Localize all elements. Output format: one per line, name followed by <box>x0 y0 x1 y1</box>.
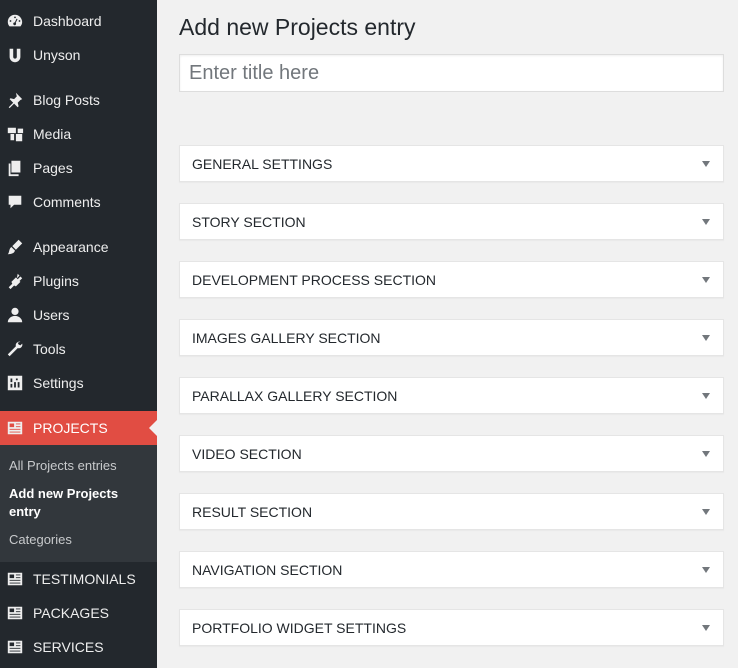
postbox-portfolio-widget-settings[interactable]: PORTFOLIO WIDGET SETTINGS <box>179 609 724 646</box>
sidebar-item-packages[interactable]: PACKAGES <box>0 596 157 630</box>
packages-icon <box>6 604 24 622</box>
toggle-arrow-icon[interactable] <box>702 335 710 341</box>
sidebar-item-label: Plugins <box>33 273 79 289</box>
submenu-item-all-projects[interactable]: All Projects entries <box>9 457 117 475</box>
title-input[interactable] <box>179 54 724 92</box>
toggle-arrow-icon[interactable] <box>702 567 710 573</box>
appearance-icon <box>6 238 24 256</box>
dashboard-icon <box>6 12 24 30</box>
postbox-title: PARALLAX GALLERY SECTION <box>192 388 398 404</box>
sidebar-item-comments[interactable]: Comments <box>0 185 157 219</box>
postbox-images-gallery-section[interactable]: IMAGES GALLERY SECTION <box>179 319 724 356</box>
sidebar-item-tools[interactable]: Tools <box>0 332 157 366</box>
sidebar-item-label: SERVICES <box>33 639 104 655</box>
toggle-arrow-icon[interactable] <box>702 219 710 225</box>
postbox-title: DEVELOPMENT PROCESS SECTION <box>192 272 437 288</box>
sidebar-item-plugins[interactable]: Plugins <box>0 264 157 298</box>
toggle-arrow-icon[interactable] <box>702 451 710 457</box>
sidebar-item-label: Settings <box>33 375 84 391</box>
comments-icon <box>6 193 24 211</box>
postbox-story-section[interactable]: STORY SECTION <box>179 203 724 240</box>
sidebar-item-label: Users <box>33 307 70 323</box>
users-icon <box>6 306 24 324</box>
projects-submenu: All Projects entries Add new Projects en… <box>0 445 157 562</box>
postbox-title: PORTFOLIO WIDGET SETTINGS <box>192 620 407 636</box>
sidebar-item-dashboard[interactable]: Dashboard <box>0 4 157 38</box>
sidebar-item-testimonials[interactable]: TESTIMONIALS <box>0 562 157 596</box>
sidebar-item-services[interactable]: SERVICES <box>0 630 157 664</box>
tools-icon <box>6 340 24 358</box>
postbox-general-settings[interactable]: GENERAL SETTINGS <box>179 145 724 182</box>
page-title: Add new Projects entry <box>179 14 416 40</box>
postbox-title: STORY SECTION <box>192 214 306 230</box>
sidebar-item-media[interactable]: Media <box>0 117 157 151</box>
sidebar-item-label: Media <box>33 126 72 142</box>
sidebar-item-label: Dashboard <box>33 13 102 29</box>
toggle-arrow-icon[interactable] <box>702 277 710 283</box>
postbox-title: NAVIGATION SECTION <box>192 562 343 578</box>
admin-sidebar: Dashboard Unyson Blog Posts Media Pages … <box>0 0 157 668</box>
sidebar-item-label: Blog Posts <box>33 92 100 108</box>
sidebar-item-label: TESTIMONIALS <box>33 571 136 587</box>
sidebar-item-projects[interactable]: PROJECTS <box>0 411 157 445</box>
sidebar-item-label: PACKAGES <box>33 605 109 621</box>
submenu-item-add-new[interactable]: Add new Projects entry <box>9 485 139 521</box>
postbox-video-section[interactable]: VIDEO SECTION <box>179 435 724 472</box>
sidebar-item-label: Tools <box>33 341 66 357</box>
postbox-title: IMAGES GALLERY SECTION <box>192 330 381 346</box>
postbox-parallax-gallery-section[interactable]: PARALLAX GALLERY SECTION <box>179 377 724 414</box>
sidebar-item-label: Pages <box>33 160 73 176</box>
toggle-arrow-icon[interactable] <box>702 625 710 631</box>
media-icon <box>6 125 24 143</box>
sidebar-item-pages[interactable]: Pages <box>0 151 157 185</box>
sidebar-item-users[interactable]: Users <box>0 298 157 332</box>
postbox-result-section[interactable]: RESULT SECTION <box>179 493 724 530</box>
postbox-title: RESULT SECTION <box>192 504 313 520</box>
settings-icon <box>6 374 24 392</box>
plugins-icon <box>6 272 24 290</box>
sidebar-item-unyson[interactable]: Unyson <box>0 38 157 72</box>
postbox-navigation-section[interactable]: NAVIGATION SECTION <box>179 551 724 588</box>
testimonials-icon <box>6 570 24 588</box>
postbox-title: GENERAL SETTINGS <box>192 156 333 172</box>
postbox-development-process-section[interactable]: DEVELOPMENT PROCESS SECTION <box>179 261 724 298</box>
projects-icon <box>6 419 24 437</box>
toggle-arrow-icon[interactable] <box>702 161 710 167</box>
services-icon <box>6 638 24 656</box>
unyson-icon <box>6 46 24 64</box>
pin-icon <box>6 91 24 109</box>
postbox-title: VIDEO SECTION <box>192 446 302 462</box>
toggle-arrow-icon[interactable] <box>702 393 710 399</box>
sidebar-item-appearance[interactable]: Appearance <box>0 230 157 264</box>
sidebar-item-label: PROJECTS <box>33 420 108 436</box>
sidebar-item-settings[interactable]: Settings <box>0 366 157 400</box>
sidebar-item-label: Comments <box>33 194 101 210</box>
sidebar-item-label: Appearance <box>33 239 109 255</box>
sidebar-item-blog-posts[interactable]: Blog Posts <box>0 83 157 117</box>
toggle-arrow-icon[interactable] <box>702 509 710 515</box>
sidebar-item-label: Unyson <box>33 47 81 63</box>
submenu-item-categories[interactable]: Categories <box>9 531 72 549</box>
pages-icon <box>6 159 24 177</box>
